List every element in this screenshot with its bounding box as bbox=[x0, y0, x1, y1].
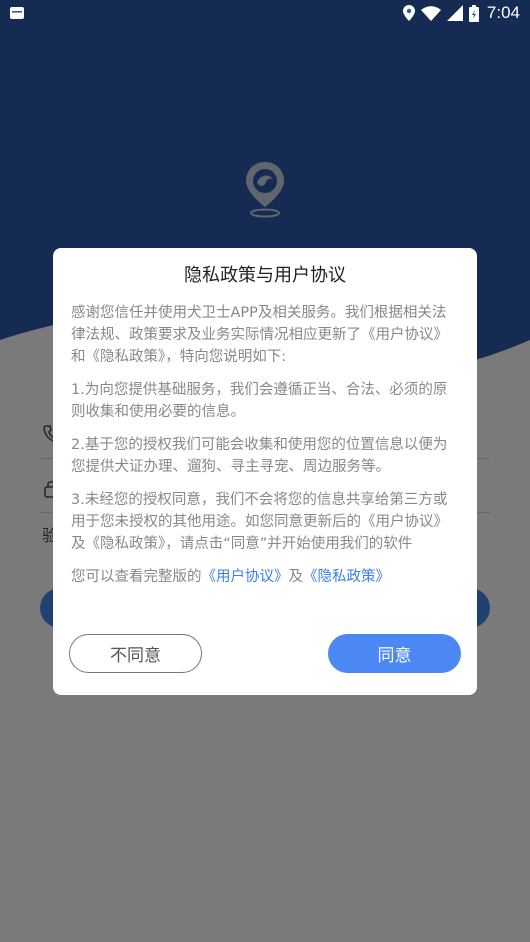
agree-button[interactable]: 同意 bbox=[328, 634, 461, 673]
location-icon bbox=[402, 5, 415, 21]
privacy-dialog: 隐私政策与用户协议 感谢您信任并使用犬卫士APP及相关服务。我们根据相关法律法规… bbox=[53, 248, 477, 695]
battery-icon bbox=[468, 4, 479, 22]
app-notification-icon bbox=[10, 7, 24, 19]
dialog-point-3: 3.未经您的授权同意，我们不会将您的信息共享给第三方或用于您未授权的其他用途。如… bbox=[71, 492, 448, 552]
privacy-policy-link[interactable]: 《隐私政策》 bbox=[303, 569, 390, 585]
dialog-intro-paragraph: 感谢您信任并使用犬卫士APP及相关服务。我们根据相关法律法规、政策要求及业务实际… bbox=[71, 305, 448, 365]
links-prefix: 您可以查看完整版的 bbox=[71, 569, 202, 585]
dialog-links-line: 您可以查看完整版的《用户协议》及《隐私政策》 bbox=[71, 566, 459, 588]
disagree-button[interactable]: 不同意 bbox=[69, 634, 202, 673]
status-bar: 7:04 bbox=[0, 0, 530, 26]
links-conjunction: 及 bbox=[288, 569, 304, 585]
cellular-signal-icon bbox=[446, 5, 463, 21]
dialog-point-2: 2.基于您的授权我们可能会收集和使用您的位置信息以便为您提供犬证办理、遛狗、寻主… bbox=[71, 437, 448, 475]
user-agreement-link[interactable]: 《用户协议》 bbox=[202, 569, 289, 585]
status-time: 7:04 bbox=[486, 3, 520, 22]
dialog-title: 隐私政策与用户协议 bbox=[184, 265, 346, 286]
wifi-icon bbox=[420, 5, 441, 21]
dialog-point-1: 1.为向您提供基础服务，我们会遵循正当、合法、必须的原则收集和使用必要的信息。 bbox=[71, 382, 448, 420]
